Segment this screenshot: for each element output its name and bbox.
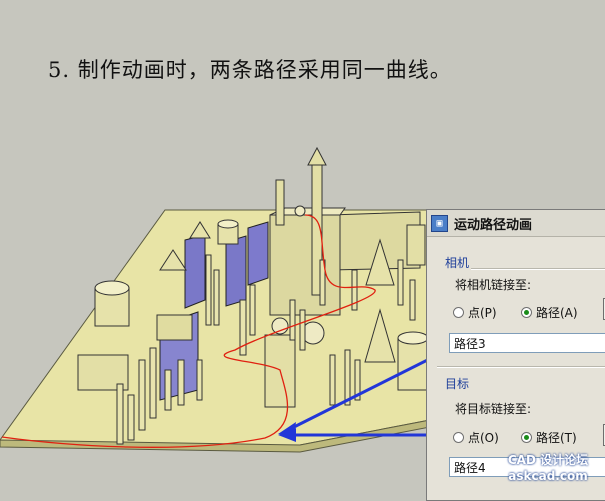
cylinder-top bbox=[217, 219, 239, 229]
dialog-titlebar[interactable]: ▣ 运动路径动画 bbox=[427, 210, 605, 237]
watermark: CAD 设计论坛 askcad.com bbox=[494, 452, 602, 484]
tower bbox=[275, 179, 285, 226]
spire bbox=[307, 146, 327, 166]
camera-path-label: 路径(A) bbox=[536, 306, 578, 320]
cylinder-top bbox=[397, 331, 429, 345]
target-point-radio[interactable]: 点(O) bbox=[453, 429, 499, 446]
block bbox=[269, 214, 341, 316]
divider bbox=[437, 366, 605, 368]
radio-dot-selected[interactable] bbox=[521, 432, 532, 443]
camera-point-radio[interactable]: 点(P) bbox=[453, 304, 497, 321]
radio-dot[interactable] bbox=[453, 307, 464, 318]
camera-link-label: 将相机链接至: bbox=[455, 278, 532, 292]
target-path-label: 路径(T) bbox=[536, 431, 577, 445]
radio-dot[interactable] bbox=[453, 432, 464, 443]
sphere bbox=[271, 317, 289, 335]
camera-path-radio[interactable]: 路径(A) bbox=[521, 304, 578, 321]
camera-group-title: 相机 bbox=[445, 256, 470, 270]
cylinder bbox=[397, 337, 429, 391]
divider bbox=[471, 268, 605, 270]
target-link-label: 将目标链接至: bbox=[455, 402, 532, 416]
app-icon: ▣ bbox=[431, 214, 448, 232]
purple-block bbox=[225, 235, 247, 307]
box bbox=[406, 224, 426, 266]
camera-point-label: 点(P) bbox=[468, 306, 497, 320]
purple-block bbox=[247, 221, 269, 286]
block bbox=[156, 314, 193, 341]
target-group-title: 目标 bbox=[445, 377, 470, 391]
target-path-radio[interactable]: 路径(T) bbox=[521, 429, 577, 446]
target-point-label: 点(O) bbox=[468, 431, 499, 445]
cylinder-top bbox=[94, 280, 130, 296]
purple-block bbox=[184, 234, 206, 309]
camera-path-select[interactable]: 路径3 bbox=[449, 333, 605, 353]
radio-dot-selected[interactable] bbox=[521, 307, 532, 318]
watermark-line2: askcad.com bbox=[508, 469, 588, 483]
sphere bbox=[294, 205, 306, 217]
watermark-line1: CAD 设计论坛 bbox=[507, 453, 589, 467]
dialog-title: 运动路径动画 bbox=[454, 217, 533, 233]
